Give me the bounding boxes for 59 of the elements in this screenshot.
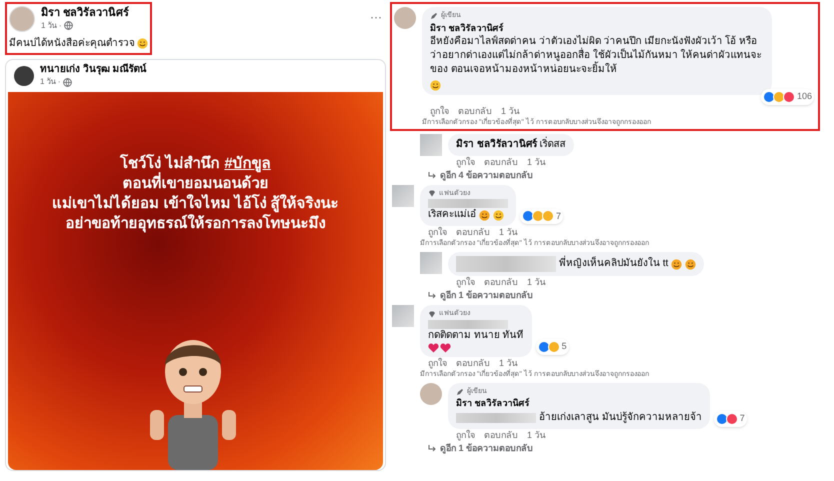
comment-text: มิรา ชลวิรัลวานิศร์ เริ่ดสส (456, 138, 566, 152)
blurred-avatar[interactable] (420, 134, 442, 156)
poster-text: แม่เขาไม่ได้ยอม เข้าใจไหม ไอ้โง่ สู้ให้จริงนะ (52, 194, 339, 214)
post-time: 1 วัน · (40, 76, 61, 88)
comment-text: พี่หญิงเห็นคลิปมันยังใน tt (559, 257, 668, 271)
comment-author[interactable]: มิรา ชลวิรัลวานิศร์ (456, 397, 702, 410)
reaction-count: 5 (562, 340, 567, 353)
reaction-summary[interactable]: 7 (520, 208, 564, 224)
hashtag-link[interactable]: #บักขูล (224, 154, 271, 174)
comment-text: กดติดตาม ทนาย ทันที (428, 328, 524, 342)
reaction-summary[interactable]: 106 (760, 89, 814, 104)
post-time: 1 วัน · (41, 20, 62, 32)
comment-time: 1 วัน (527, 156, 546, 168)
more-replies-link[interactable]: ดูอีก 1 ข้อความตอบกลับ (390, 442, 820, 454)
comment-text: อีหยังคือมาไลฟ์สดด่าคน ว่าตัวเองไม่ผิด ว่าคนปึก เมียกะนังฟังผัวเว้า โอ้ หรือว่าอยากด่าเองแต่ไม่กล้าด่าหนูออกสื่อ ใช้ผัวเป็นไม้กันหมา ให้คนด่าผัวแทนจะของ ตอนเจอหน้ามองหน้าหน่อยนะจะยิ้มให้ (430, 35, 763, 77)
reaction-count: 7 (740, 412, 745, 425)
blurred-avatar[interactable] (420, 252, 442, 274)
reaction-count: 106 (796, 90, 812, 103)
emoji-icon (137, 38, 148, 49)
post-text: มีคนบ่ได้หนังสือค่ะคุณตำรวจ (9, 36, 135, 51)
post-author[interactable]: มิรา ชลวิรัลวานิศร์ (41, 6, 130, 20)
reaction-summary[interactable]: 5 (536, 339, 569, 354)
globe-icon (64, 21, 73, 30)
more-replies-link[interactable]: ดูอีก 4 ข้อความตอบกลับ (390, 168, 820, 182)
comment-text: เริสคะแม่เอ๋ (428, 208, 476, 222)
comment-time: 1 วัน (527, 276, 546, 289)
blurred-avatar[interactable] (392, 305, 414, 327)
comment-time: 1 วัน (499, 226, 518, 238)
comment-action[interactable]: ตอบกลับ (484, 428, 518, 442)
comment-text: อ้ายเก่งเลาสูน มันบ่รู้จักความหลายจ้า (539, 410, 702, 424)
reply-arrow-icon (428, 292, 437, 299)
avatar[interactable] (14, 66, 34, 86)
comment-action[interactable]: ถูกใจ (430, 104, 449, 118)
poster-text: โชว์โง่ ไม่สำนึก (120, 154, 220, 172)
post-author[interactable]: ทนายเก่ง วินรุฒ มณีรัตน์ (40, 64, 147, 76)
comment-action[interactable]: ถูกใจ (456, 276, 475, 289)
reply-arrow-icon (428, 172, 437, 178)
reaction-count: 7 (556, 210, 562, 222)
comment-action[interactable]: ถูกใจ (456, 156, 475, 168)
comment-action[interactable]: ตอบกลับ (456, 356, 490, 370)
comment-action[interactable]: ถูกใจ (456, 428, 475, 442)
comment-action[interactable]: ตอบกลับ (456, 226, 490, 239)
more-options-button[interactable]: ··· (370, 8, 382, 26)
poster-text: อย่าขอท้ายอุทธรณ์ให้รอการลงโทษนะมึง (66, 214, 326, 234)
poster-text: ตอนที่เขายอมนอนด้วย (122, 174, 268, 194)
comment-time: 1 วัน (527, 428, 546, 442)
comment-action[interactable]: ตอบกลับ (484, 276, 518, 289)
comment-action[interactable]: ถูกใจ (428, 356, 447, 370)
more-replies-link[interactable]: ดูอีก 1 ข้อความตอบกลับ (390, 289, 820, 302)
reaction-summary[interactable]: 7 (714, 411, 747, 426)
comment-action[interactable]: ถูกใจ (428, 226, 447, 239)
globe-icon (62, 78, 72, 86)
comment-time: 1 วัน (501, 104, 520, 117)
blurred-avatar[interactable] (392, 184, 414, 206)
comment-time: 1 วัน (499, 356, 518, 369)
comment-action[interactable]: ตอบกลับ (484, 156, 518, 168)
reply-arrow-icon (428, 444, 437, 452)
comment-action[interactable]: ตอบกลับ (458, 104, 492, 118)
comment-author[interactable]: มิรา ชลวิรัลวานิศร์ (430, 22, 764, 35)
